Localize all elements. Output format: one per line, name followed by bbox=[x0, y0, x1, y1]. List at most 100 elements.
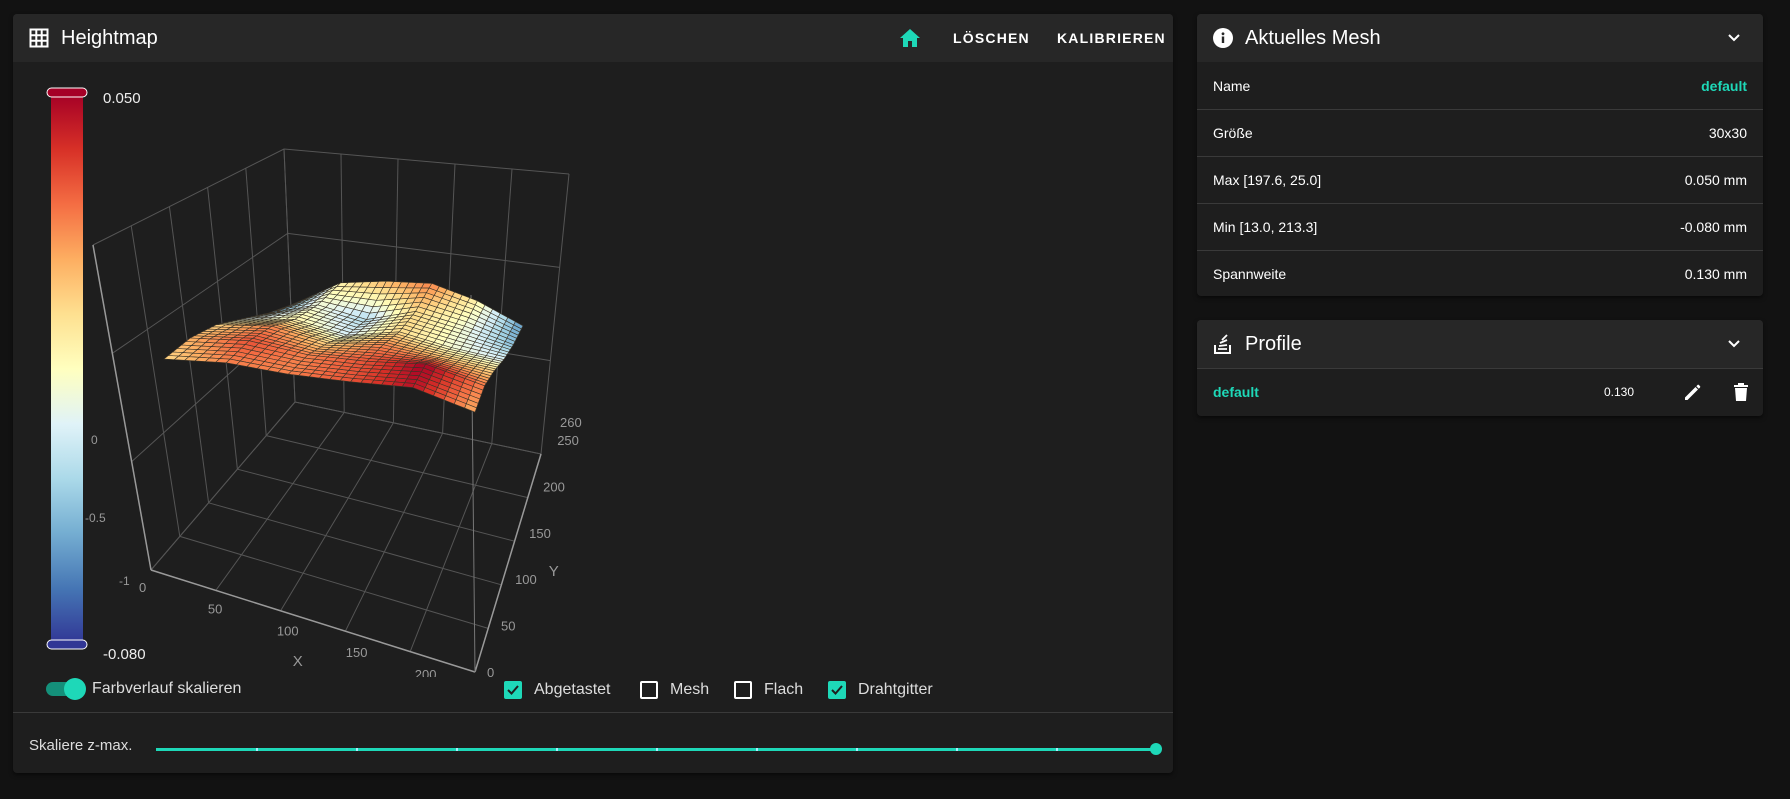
profiles-title: Profile bbox=[1245, 332, 1302, 355]
z-tick-label: -0.5 bbox=[85, 511, 106, 525]
current-mesh-header[interactable]: Aktuelles Mesh bbox=[1197, 14, 1763, 62]
floor-gridline bbox=[344, 432, 444, 632]
floor-gridline bbox=[208, 502, 502, 586]
mesh-info-list: Name default Größe 30x30 Max [197.6, 25.0] 0.… bbox=[1197, 62, 1763, 296]
colorbar bbox=[51, 94, 83, 644]
heightmap-card: Heightmap LÖSCHEN KALIBRIEREN 0 50 100 150 2… bbox=[13, 14, 1173, 773]
info-icon bbox=[1213, 28, 1233, 48]
mesh-info-label: Max [197.6, 25.0] bbox=[1213, 172, 1322, 188]
z-tick-label: -1 bbox=[119, 574, 130, 588]
y-tick-label: 50 bbox=[501, 619, 515, 634]
delete-trash-icon[interactable] bbox=[1733, 382, 1749, 402]
x-tick-label: 0 bbox=[139, 580, 146, 595]
checkbox-label: Mesh bbox=[670, 681, 710, 698]
x-tick-label: 150 bbox=[346, 645, 368, 660]
edit-pencil-icon[interactable] bbox=[1683, 382, 1703, 402]
z-max-slider-row: Skaliere z-max. bbox=[29, 737, 132, 754]
y-axis-title: Y bbox=[549, 563, 559, 580]
divider bbox=[13, 712, 1173, 713]
wall-gridline bbox=[540, 173, 570, 455]
calibrate-button[interactable]: KALIBRIEREN bbox=[1057, 14, 1166, 62]
floor-gridline bbox=[280, 422, 394, 612]
chevron-down-icon[interactable] bbox=[1727, 33, 1741, 43]
heightmap-header: Heightmap LÖSCHEN KALIBRIEREN bbox=[13, 14, 1173, 62]
z-max-slider[interactable] bbox=[156, 743, 1162, 755]
profile-item[interactable]: default 0.130 bbox=[1197, 368, 1763, 415]
clear-button[interactable]: LÖSCHEN bbox=[953, 14, 1030, 62]
y-tick-label: 200 bbox=[543, 479, 565, 494]
colorbar-min-handle[interactable] bbox=[46, 639, 88, 650]
grid-icon bbox=[29, 28, 49, 48]
y-tick-label: 0 bbox=[487, 665, 494, 677]
slider-tick bbox=[756, 748, 758, 751]
mesh-info-value: 0.050 mm bbox=[1684, 172, 1747, 188]
x-tick-label: 50 bbox=[208, 602, 222, 617]
profiles-header[interactable]: Profile bbox=[1197, 320, 1763, 368]
mesh-info-label: Name bbox=[1213, 77, 1251, 94]
floor-gridline bbox=[179, 535, 489, 629]
scale-gradient-toggle[interactable]: Farbverlauf skalieren bbox=[46, 678, 242, 700]
mesh-info-row: Min [13.0, 213.3] -0.080 mm bbox=[1197, 203, 1763, 250]
colorbar-min-label: -0.080 bbox=[103, 646, 146, 663]
checkbox-flach[interactable]: Flach bbox=[734, 681, 803, 699]
toggle-switch[interactable] bbox=[46, 678, 86, 700]
mesh-info-row: Spannweite 0.130 mm bbox=[1197, 250, 1763, 296]
mesh-info-value: -0.080 mm bbox=[1680, 219, 1747, 235]
heightmap-plot[interactable]: 050100150200X050100150200250260Y10-0.5-1… bbox=[13, 62, 1173, 677]
mesh-info-value: 0.130 mm bbox=[1684, 266, 1747, 282]
y-tick-label: 250 bbox=[557, 433, 579, 448]
y-tick-label: 100 bbox=[515, 572, 537, 587]
checkbox-label: Drahtgitter bbox=[858, 681, 933, 698]
y-axis-line bbox=[474, 453, 542, 673]
mesh-info-value: 30x30 bbox=[1708, 125, 1747, 141]
colorbar-max-handle[interactable] bbox=[46, 87, 88, 98]
mesh-info-label: Spannweite bbox=[1213, 266, 1287, 282]
stack-icon bbox=[1214, 334, 1231, 354]
slider-tick bbox=[456, 748, 458, 751]
x-axis-line bbox=[150, 569, 476, 673]
y-tick-label: 150 bbox=[529, 526, 551, 541]
checkbox-checked-icon[interactable] bbox=[504, 681, 522, 699]
profiles-card: Profile default 0.130 bbox=[1197, 320, 1763, 416]
slider-tick bbox=[1056, 748, 1058, 751]
checkbox-unchecked-icon[interactable] bbox=[640, 681, 658, 699]
slider-tick bbox=[856, 748, 858, 751]
heightmap-title: Heightmap bbox=[61, 26, 158, 49]
wall-gridline bbox=[130, 225, 181, 537]
checkbox-checked-icon[interactable] bbox=[828, 681, 846, 699]
profile-name[interactable]: default bbox=[1213, 384, 1259, 400]
plot-axes-box bbox=[92, 148, 570, 673]
mesh-info-row: Max [197.6, 25.0] 0.050 mm bbox=[1197, 156, 1763, 203]
checkbox-label: Abgetastet bbox=[534, 681, 611, 698]
checkbox-unchecked-icon[interactable] bbox=[734, 681, 752, 699]
chevron-down-icon[interactable] bbox=[1727, 339, 1741, 349]
mesh-info-label: Min [13.0, 213.3] bbox=[1213, 219, 1318, 235]
colorbar-max-label: 0.050 bbox=[103, 90, 141, 107]
current-mesh-title: Aktuelles Mesh bbox=[1245, 26, 1381, 49]
slider-tick bbox=[956, 748, 958, 751]
home-button[interactable] bbox=[899, 14, 921, 62]
mesh-info-value: default bbox=[1701, 77, 1747, 94]
slider-tick bbox=[356, 748, 358, 751]
checkbox-abgetastet[interactable]: Abgetastet bbox=[504, 681, 611, 699]
current-mesh-card: Aktuelles Mesh Name default Größe 30x30 Max … bbox=[1197, 14, 1763, 296]
slider-tick bbox=[556, 748, 558, 751]
home-icon bbox=[900, 29, 920, 47]
checkbox-mesh[interactable]: Mesh bbox=[640, 681, 709, 699]
wall-gridline bbox=[92, 148, 570, 246]
z-tick-label: 0 bbox=[91, 433, 98, 447]
slider-thumb[interactable] bbox=[1150, 743, 1162, 755]
profile-range: 0.130 bbox=[1604, 385, 1635, 399]
wall-gridline bbox=[491, 168, 513, 444]
checkbox-label: Flach bbox=[764, 681, 804, 698]
slider-tick bbox=[256, 748, 258, 751]
toggle-thumb bbox=[64, 678, 86, 700]
slider-tick bbox=[656, 748, 658, 751]
wall-gridline bbox=[245, 168, 267, 436]
checkbox-drahtgitter[interactable]: Drahtgitter bbox=[828, 681, 933, 699]
mesh-info-row: Größe 30x30 bbox=[1197, 109, 1763, 156]
mesh-info-row: Name default bbox=[1197, 62, 1763, 109]
x-tick-label: 200 bbox=[415, 667, 437, 677]
scale-gradient-label: Farbverlauf skalieren bbox=[92, 680, 242, 697]
z-max-label: Skaliere z-max. bbox=[29, 737, 133, 754]
